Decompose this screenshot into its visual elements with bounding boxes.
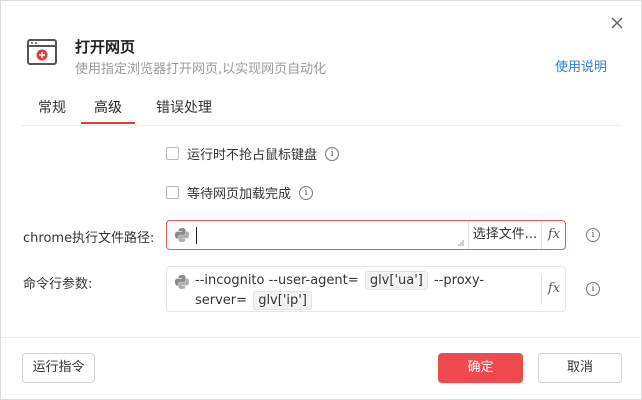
confirm-button[interactable]: 确定 xyxy=(438,353,523,383)
footer-divider xyxy=(1,337,641,338)
info-icon[interactable]: i xyxy=(325,146,340,161)
open-webpage-dialog: 打开网页 使用指定浏览器打开网页,以实现网页自动化 使用说明 常规 高级 错误处… xyxy=(0,0,642,400)
run-command-button[interactable]: 运行指令 xyxy=(22,353,95,383)
close-icon[interactable] xyxy=(609,15,625,31)
browser-window-icon xyxy=(27,39,57,65)
info-icon[interactable]: i xyxy=(586,228,600,242)
variable-chip[interactable]: glv['ip'] xyxy=(253,291,312,310)
wait-page-load-checkbox[interactable] xyxy=(166,186,179,199)
cancel-button[interactable]: 取消 xyxy=(538,353,622,383)
tab-error-handling[interactable]: 错误处理 xyxy=(149,97,219,124)
fx-button[interactable]: fx xyxy=(541,275,566,305)
chrome-path-input[interactable]: 选择文件... fx xyxy=(166,220,566,250)
help-link[interactable]: 使用说明 xyxy=(555,56,607,75)
variable-chip[interactable]: glv['ua'] xyxy=(364,271,428,290)
python-icon xyxy=(175,275,189,289)
chrome-path-label: chrome执行文件路径: xyxy=(23,231,155,246)
fx-button[interactable]: fx xyxy=(541,221,566,249)
tab-general[interactable]: 常规 xyxy=(37,97,67,124)
no-grab-input-label: 运行时不抢占鼠标键盘 xyxy=(187,148,318,163)
tab-bar: 常规 高级 错误处理 xyxy=(21,97,621,126)
info-icon[interactable]: i xyxy=(586,282,600,296)
no-grab-input-checkbox[interactable] xyxy=(166,147,179,160)
text-caret xyxy=(196,227,197,244)
resize-grip-icon[interactable] xyxy=(458,240,464,246)
python-icon xyxy=(175,228,189,242)
dialog-subtitle: 使用指定浏览器打开网页,以实现网页自动化 xyxy=(75,62,327,77)
dialog-title: 打开网页 xyxy=(75,38,136,56)
args-text: --incognito --user-agent= xyxy=(195,273,359,288)
option-no-grab-input: 运行时不抢占鼠标键盘 i xyxy=(166,144,340,163)
choose-file-button[interactable]: 选择文件... xyxy=(468,221,541,249)
cmd-args-label: 命令行参数: xyxy=(23,277,93,292)
info-icon[interactable]: i xyxy=(299,185,314,200)
wait-page-load-label: 等待网页加载完成 xyxy=(187,187,292,202)
tab-advanced[interactable]: 高级 xyxy=(81,97,135,124)
cmd-args-input[interactable]: --incognito --user-agent= glv['ua'] --pr… xyxy=(166,266,566,312)
option-wait-page-load: 等待网页加载完成 i xyxy=(166,183,314,202)
cmd-args-content: --incognito --user-agent= glv['ua'] --pr… xyxy=(195,271,535,311)
